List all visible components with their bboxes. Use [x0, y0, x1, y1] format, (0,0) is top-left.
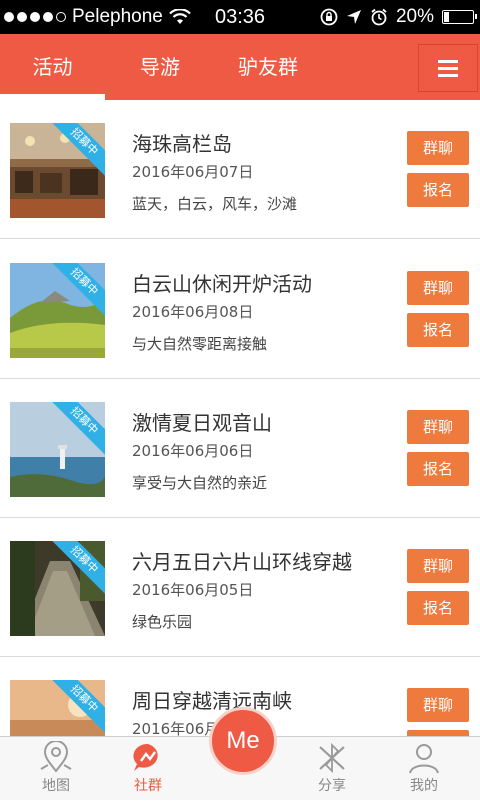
nav-profile[interactable]: 我的 — [384, 737, 464, 801]
activity-date: 2016年06月06日 — [132, 442, 254, 460]
list-item[interactable]: 招募中 激情夏日观音山 2016年06月06日 享受与大自然的亲近 群聊 报名 — [0, 379, 480, 518]
map-pin-icon — [40, 741, 72, 773]
activity-title[interactable]: 六月五日六片山环线穿越 — [132, 546, 352, 575]
nav-community-label: 社群 — [134, 778, 162, 794]
nav-share[interactable]: 分享 — [292, 737, 372, 801]
me-center-button[interactable]: Me — [209, 707, 277, 775]
activity-thumbnail: 招募中 — [10, 680, 105, 736]
list-item[interactable]: 招募中 海珠高栏岛 2016年06月07日 蓝天，白云，风车，沙滩 群聊 报名 — [0, 100, 480, 239]
activity-description: 享受与大自然的亲近 — [132, 474, 268, 492]
battery-icon — [442, 10, 477, 24]
activity-description: 绿色乐园 — [132, 613, 193, 631]
nav-map[interactable]: 地图 — [16, 737, 96, 801]
status-bar: Pelephone 03:36 20% — [0, 0, 480, 34]
rotation-lock-icon — [320, 8, 338, 26]
battery-percent: 20% — [395, 6, 434, 27]
activity-date: 2016年06月05日 — [132, 581, 254, 599]
tab-activities[interactable]: 活动 — [0, 34, 105, 100]
tab-travel-groups[interactable]: 驴友群 — [218, 34, 318, 100]
signup-button[interactable]: 报名 — [407, 313, 469, 347]
location-arrow-icon — [346, 10, 361, 24]
community-icon — [133, 743, 158, 771]
nav-community[interactable]: 社群 — [108, 737, 188, 801]
activity-description: 蓝天，白云，风车，沙滩 — [132, 195, 298, 213]
activity-list[interactable]: 招募中 海珠高栏岛 2016年06月07日 蓝天，白云，风车，沙滩 群聊 报名 … — [0, 100, 480, 736]
activity-date: 2016年06月08日 — [132, 303, 254, 321]
signup-button[interactable]: 报名 — [407, 173, 469, 207]
list-item[interactable]: 招募中 白云山休闲开炉活动 2016年06月08日 与大自然零距离接触 群聊 报… — [0, 240, 480, 379]
group-chat-button[interactable]: 群聊 — [407, 549, 469, 583]
top-tab-bar: 活动 导游 驴友群 — [0, 34, 480, 100]
group-chat-button[interactable]: 群聊 — [407, 410, 469, 444]
group-chat-button[interactable]: 群聊 — [407, 131, 469, 165]
activity-date: 2016年06月07日 — [132, 163, 254, 181]
profile-icon — [409, 744, 439, 774]
activity-description: 与大自然零距离接触 — [132, 335, 268, 353]
activity-title[interactable]: 白云山休闲开炉活动 — [132, 268, 312, 297]
group-chat-button[interactable]: 群聊 — [407, 688, 469, 722]
activity-thumbnail: 招募中 — [10, 123, 105, 218]
share-icon — [319, 742, 345, 774]
activity-title[interactable]: 周日穿越清远南峡 — [132, 685, 292, 714]
activity-thumbnail: 招募中 — [10, 541, 105, 636]
list-item[interactable]: 招募中 六月五日六片山环线穿越 2016年06月05日 绿色乐园 群聊 报名 — [0, 518, 480, 657]
signup-button[interactable]: 报名 — [407, 591, 469, 625]
activity-thumbnail: 招募中 — [10, 263, 105, 358]
alarm-icon — [371, 8, 387, 26]
activity-date: 2016年06月 — [132, 720, 220, 736]
activity-thumbnail: 招募中 — [10, 402, 105, 497]
nav-share-label: 分享 — [318, 778, 346, 794]
activity-title[interactable]: 激情夏日观音山 — [132, 407, 272, 436]
status-right: 20% — [320, 0, 477, 34]
nav-map-label: 地图 — [42, 778, 70, 794]
nav-profile-label: 我的 — [410, 778, 438, 794]
group-chat-button[interactable]: 群聊 — [407, 271, 469, 305]
signup-button[interactable]: 报名 — [407, 452, 469, 486]
hamburger-menu-icon[interactable] — [418, 44, 478, 92]
activity-title[interactable]: 海珠高栏岛 — [132, 128, 232, 157]
tab-guides[interactable]: 导游 — [110, 34, 210, 100]
